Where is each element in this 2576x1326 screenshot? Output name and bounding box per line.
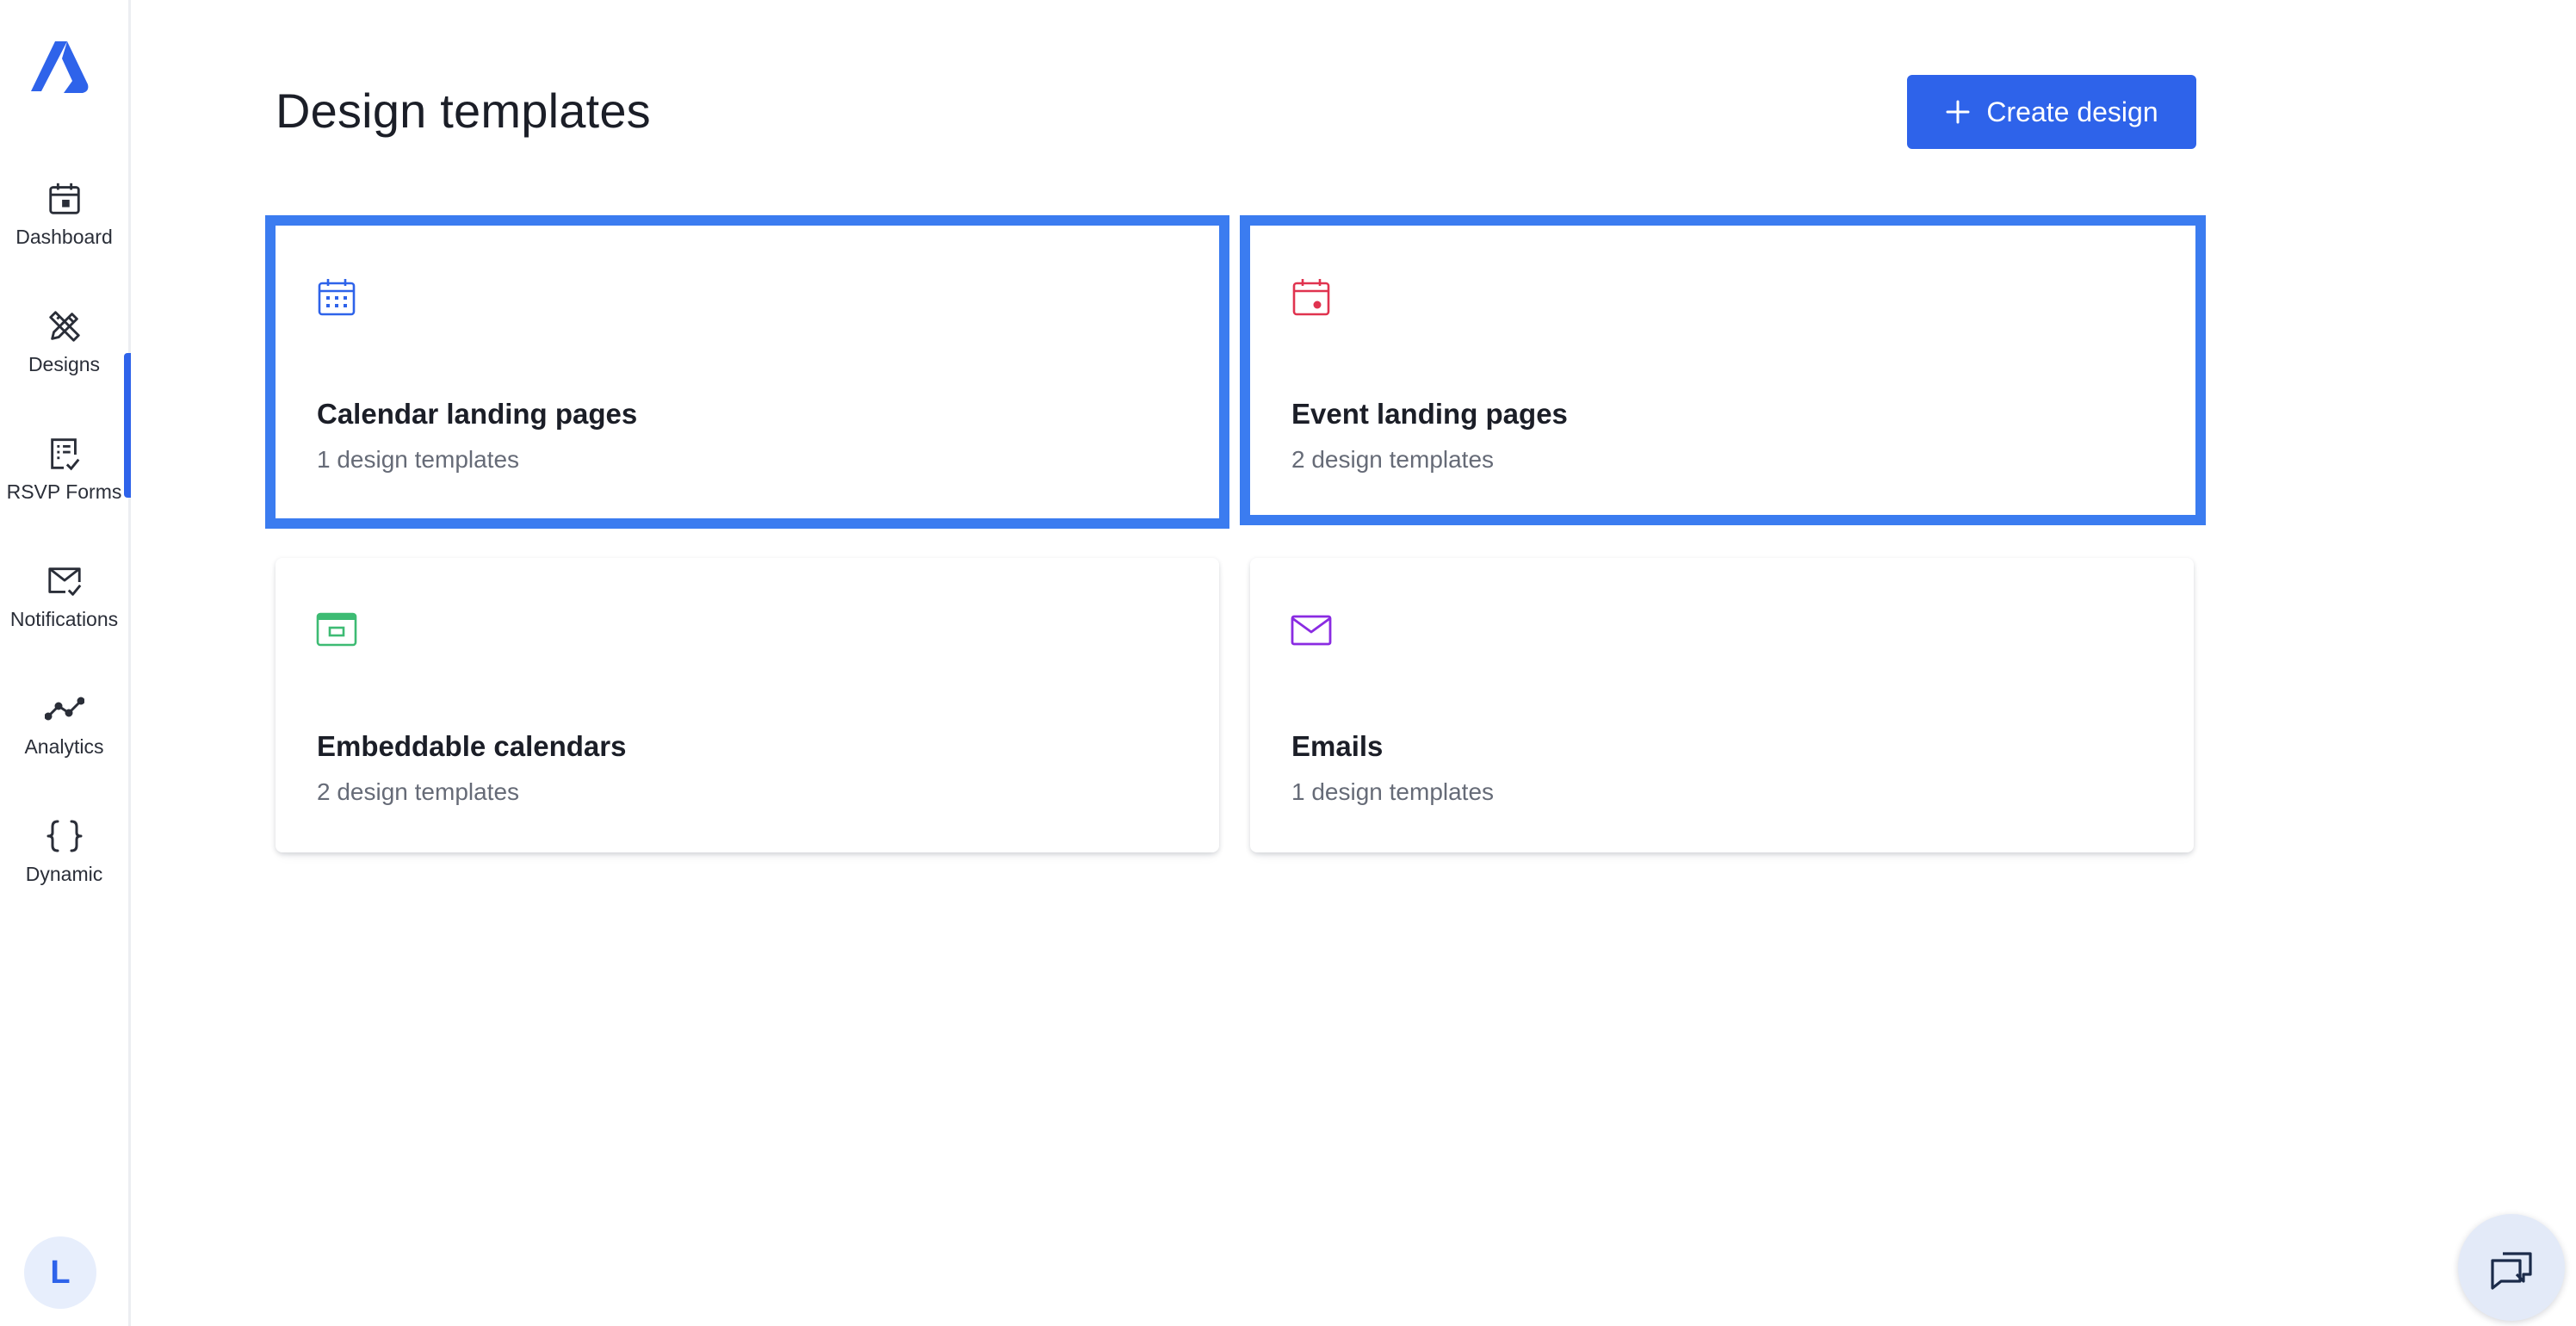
sidebar-item-label: Designs: [28, 353, 101, 375]
event-calendar-icon: [1290, 276, 1333, 319]
card-subtitle: 1 design templates: [317, 446, 520, 473]
envelope-icon: [1290, 608, 1333, 651]
mail-check-icon: [45, 561, 84, 601]
card-calendar-landing-pages[interactable]: Calendar landing pages 1 design template…: [265, 215, 1229, 529]
calendar-dashboard-icon: [45, 179, 84, 219]
brand-logo[interactable]: [29, 40, 90, 96]
card-subtitle: 2 design templates: [317, 778, 520, 805]
sidebar-item-label: Notifications: [9, 608, 119, 630]
sidebar-item-label: RSVP Forms: [6, 480, 122, 503]
embed-window-icon: [315, 608, 358, 651]
chat-launcher-button[interactable]: [2458, 1214, 2565, 1321]
card-title: Embeddable calendars: [317, 730, 627, 762]
card-title: Event landing pages: [1291, 398, 1568, 430]
sidebar-item-label: Dashboard: [15, 226, 113, 248]
sidebar-item-rsvp-forms[interactable]: RSVP Forms: [0, 387, 128, 515]
sidebar-item-designs[interactable]: Designs: [0, 260, 131, 498]
card-subtitle: 1 design templates: [1291, 778, 1495, 805]
line-chart-icon: [44, 689, 84, 728]
sidebar: Dashboard Designs RSVP Forms Notificatio…: [0, 0, 131, 1326]
sidebar-item-notifications[interactable]: Notifications: [0, 515, 128, 642]
sidebar-item-analytics[interactable]: Analytics: [0, 642, 128, 770]
calendar-grid-icon: [315, 276, 358, 319]
card-event-landing-pages[interactable]: Event landing pages 2 design templates: [1240, 215, 2206, 525]
card-emails[interactable]: Emails 1 design templates: [1250, 558, 2194, 852]
card-title: Calendar landing pages: [317, 398, 638, 430]
chat-bubbles-icon: [2491, 1252, 2532, 1290]
card-embeddable-calendars[interactable]: Embeddable calendars 2 design templates: [276, 558, 1219, 852]
create-design-label: Create design: [1986, 96, 2158, 127]
plus-icon: [1946, 100, 1970, 124]
sidebar-item-dashboard[interactable]: Dashboard: [0, 133, 128, 260]
sidebar-item-label: Analytics: [24, 735, 104, 758]
avatar[interactable]: L: [24, 1236, 96, 1309]
page-title: Design templates: [276, 84, 651, 138]
card-title: Emails: [1291, 730, 1384, 762]
create-design-button[interactable]: Create design: [1907, 75, 2196, 149]
sidebar-item-label: Dynamic: [25, 863, 103, 885]
design-tools-icon: [45, 307, 84, 346]
sidebar-item-dynamic[interactable]: Dynamic: [0, 770, 128, 897]
card-subtitle: 2 design templates: [1291, 446, 1495, 473]
form-checklist-icon: [45, 434, 84, 474]
curly-braces-icon: [45, 816, 84, 856]
